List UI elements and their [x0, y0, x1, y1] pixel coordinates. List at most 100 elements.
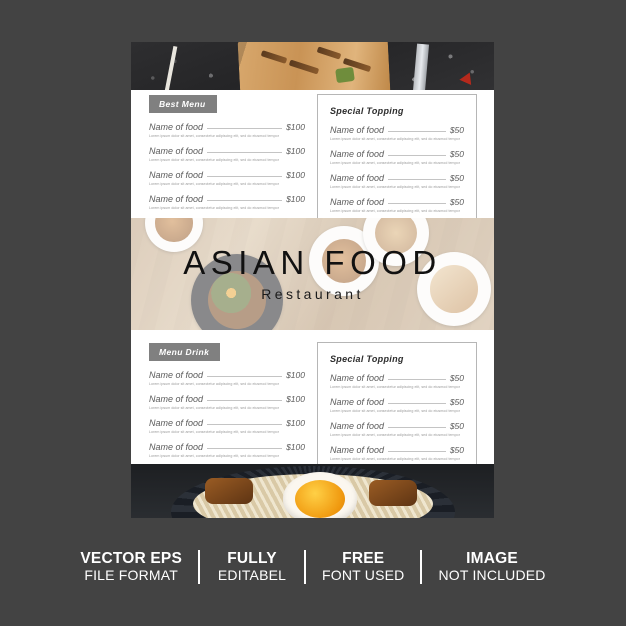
item-name: Name of food [149, 442, 204, 453]
item-description: Lorem ipsum dolor sit amet, consectetur … [330, 209, 460, 214]
leader-line [388, 403, 446, 405]
feature-subtitle: EDITABEL [217, 566, 287, 583]
item-name: Name of food [330, 149, 385, 160]
item-price: $100 [286, 394, 305, 405]
item-price: $100 [286, 370, 305, 380]
menu-item[interactable]: Name of food $100 Lorem ipsum dolor sit … [149, 418, 305, 435]
menu-item[interactable]: Name of food $100 Lorem ipsum dolor sit … [149, 442, 305, 459]
bottom-photo-meat [205, 478, 253, 504]
item-name: Name of food [330, 173, 385, 184]
item-price: $100 [286, 122, 305, 132]
canvas: Best Menu Name of food $100 Lorem ipsum … [0, 0, 626, 626]
item-price: $50 [449, 149, 464, 160]
item-description: Lorem ipsum dolor sit amet, consectetur … [149, 382, 279, 386]
leader-line [207, 448, 283, 450]
item-price: $50 [449, 397, 464, 408]
bottom-photo-meat [369, 480, 417, 506]
flyer-subtitle: Restaurant [261, 286, 364, 302]
menu-drink-section: Menu Drink Name of food $100 Lorem ipsum… [149, 342, 305, 466]
bottom-photo-yolk [295, 480, 345, 518]
leader-line [207, 152, 283, 154]
leader-line [388, 131, 446, 132]
item-description: Lorem ipsum dolor sit amet, consectetur … [330, 409, 460, 414]
feature-subtitle: FILE FORMAT [84, 566, 179, 583]
menu-drink-items: Name of food $100 Lorem ipsum dolor sit … [149, 370, 305, 459]
feature-banner: VECTOR EPS FILE FORMAT FULLY EDITABEL FR… [0, 534, 626, 600]
item-description: Lorem ipsum dolor sit amet, consectetur … [330, 185, 460, 190]
menu-item[interactable]: Name of food $50 Lorem ipsum dolor sit a… [330, 421, 464, 438]
item-price: $50 [449, 373, 464, 383]
item-price: $50 [449, 125, 464, 135]
feature-title: VECTOR EPS [80, 550, 183, 568]
feature-subtitle: NOT INCLUDED [438, 566, 546, 583]
item-price: $100 [286, 170, 305, 181]
leader-line [388, 379, 446, 380]
leader-line [207, 200, 283, 202]
leader-line [388, 203, 446, 205]
item-price: $50 [449, 173, 464, 184]
item-name: Name of food [330, 197, 385, 208]
leader-line [388, 427, 446, 429]
special-topping-title: Special Topping [330, 106, 404, 116]
menu-item[interactable]: Name of food $50 Lorem ipsum dolor sit a… [330, 197, 464, 214]
flyer-page: Best Menu Name of food $100 Lorem ipsum … [131, 42, 494, 518]
leader-line [207, 424, 283, 426]
menu-item[interactable]: Name of food $50 Lorem ipsum dolor sit a… [330, 373, 464, 390]
menu-item[interactable]: Name of food $100 Lorem ipsum dolor sit … [149, 370, 305, 387]
item-price: $50 [449, 445, 464, 456]
leader-line [207, 400, 283, 402]
leader-line [207, 176, 283, 178]
item-description: Lorem ipsum dolor sit amet, consectetur … [330, 385, 460, 389]
special-topping-items: Name of food $50 Lorem ipsum dolor sit a… [330, 125, 464, 214]
menu-item[interactable]: Name of food $100 Lorem ipsum dolor sit … [149, 394, 305, 411]
special-topping-title: Special Topping [330, 354, 404, 364]
bottom-photo-strip [131, 464, 494, 518]
feature-free-font: FREE FONT USED [306, 550, 420, 583]
item-description: Lorem ipsum dolor sit amet, consectetur … [149, 406, 279, 411]
item-name: Name of food [149, 194, 204, 205]
menu-item[interactable]: Name of food $50 Lorem ipsum dolor sit a… [330, 397, 464, 414]
menu-item[interactable]: Name of food $100 Lorem ipsum dolor sit … [149, 194, 305, 211]
feature-vector-eps: VECTOR EPS FILE FORMAT [64, 550, 198, 583]
menu-item[interactable]: Name of food $100 Lorem ipsum dolor sit … [149, 122, 305, 139]
item-description: Lorem ipsum dolor sit amet, consectetur … [330, 457, 460, 462]
leader-line [388, 179, 446, 181]
item-description: Lorem ipsum dolor sit amet, consectetur … [149, 158, 279, 163]
item-name: Name of food [330, 373, 385, 383]
feature-subtitle: FONT USED [322, 566, 405, 583]
menu-item[interactable]: Name of food $50 Lorem ipsum dolor sit a… [330, 125, 464, 142]
special-topping-box: Special Topping Name of food $50 Lorem i… [317, 94, 477, 233]
leader-line [388, 451, 446, 453]
menu-item[interactable]: Name of food $100 Lorem ipsum dolor sit … [149, 170, 305, 187]
menu-item[interactable]: Name of food $100 Lorem ipsum dolor sit … [149, 146, 305, 163]
item-name: Name of food [149, 370, 204, 380]
special-topping-section-top: Special Topping Name of food $50 Lorem i… [317, 94, 477, 233]
flyer-title: ASIAN FOOD [183, 244, 442, 281]
best-menu-items: Name of food $100 Lorem ipsum dolor sit … [149, 122, 305, 211]
item-price: $100 [286, 146, 305, 157]
item-description: Lorem ipsum dolor sit amet, consectetur … [330, 433, 460, 438]
feature-image-not-included: IMAGE NOT INCLUDED [422, 550, 561, 583]
leader-line [388, 155, 446, 157]
menu-item[interactable]: Name of food $50 Lorem ipsum dolor sit a… [330, 173, 464, 190]
menu-drink-tag: Menu Drink [149, 343, 221, 361]
item-name: Name of food [149, 122, 204, 132]
item-price: $50 [449, 421, 464, 432]
feature-title: FULLY [227, 550, 277, 568]
flyer-title-block: ASIAN FOOD Restaurant [131, 218, 494, 330]
center-photo-banner: ASIAN FOOD Restaurant [131, 218, 494, 330]
menu-item[interactable]: Name of food $50 Lorem ipsum dolor sit a… [330, 149, 464, 166]
item-name: Name of food [149, 394, 204, 405]
item-name: Name of food [330, 421, 385, 432]
feature-fully-editable: FULLY EDITABEL [200, 550, 304, 583]
item-price: $100 [286, 194, 305, 205]
item-name: Name of food [330, 125, 385, 135]
item-name: Name of food [149, 146, 204, 157]
item-price: $100 [286, 442, 305, 453]
item-description: Lorem ipsum dolor sit amet, consectetur … [330, 137, 460, 141]
best-menu-tag: Best Menu [149, 95, 217, 113]
item-name: Name of food [149, 418, 204, 429]
item-description: Lorem ipsum dolor sit amet, consectetur … [149, 430, 279, 435]
menu-item[interactable]: Name of food $50 Lorem ipsum dolor sit a… [330, 445, 464, 462]
item-description: Lorem ipsum dolor sit amet, consectetur … [149, 182, 279, 187]
